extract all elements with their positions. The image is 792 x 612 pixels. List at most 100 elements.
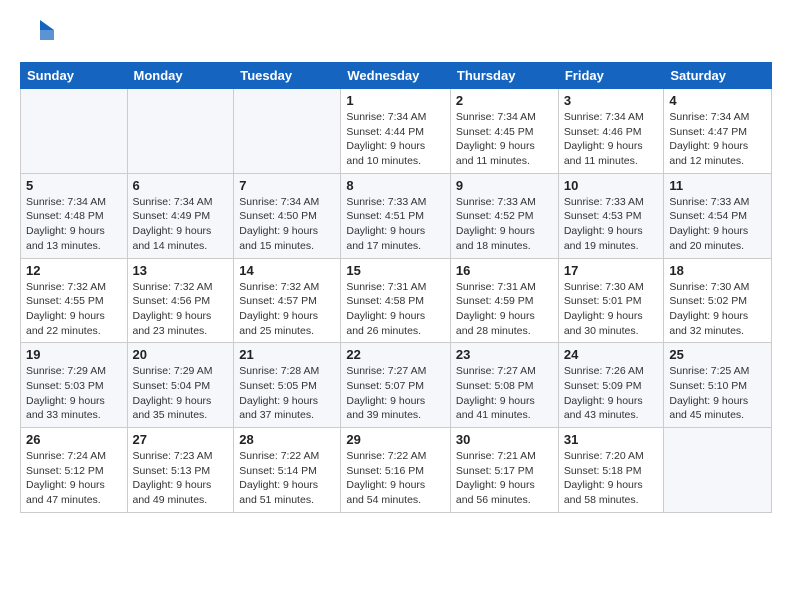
day-cell: 14Sunrise: 7:32 AM Sunset: 4:57 PM Dayli… — [234, 258, 341, 343]
day-number: 12 — [26, 263, 122, 278]
day-cell: 4 Sunrise: 7:34 AM Sunset: 4:47 PM Daylig… — [664, 89, 772, 174]
header — [20, 16, 772, 52]
day-number: 9 — [456, 178, 553, 193]
day-number: 10 — [564, 178, 659, 193]
day-cell: 29Sunrise: 7:22 AM Sunset: 5:16 PM Dayli… — [341, 428, 451, 513]
day-info: Sunrise: 7:20 AM Sunset: 5:18 PM Dayligh… — [564, 449, 659, 508]
day-info: Sunrise: 7:33 AM Sunset: 4:53 PM Dayligh… — [564, 195, 659, 254]
calendar: SundayMondayTuesdayWednesdayThursdayFrid… — [20, 62, 772, 513]
day-info: Sunrise: 7:30 AM Sunset: 5:01 PM Dayligh… — [564, 280, 659, 339]
day-number: 25 — [669, 347, 766, 362]
day-number: 26 — [26, 432, 122, 447]
day-info: Sunrise: 7:34 AM Sunset: 4:47 PM Dayligh… — [669, 110, 766, 169]
day-cell: 7 Sunrise: 7:34 AM Sunset: 4:50 PM Daylig… — [234, 173, 341, 258]
day-cell: 2 Sunrise: 7:34 AM Sunset: 4:45 PM Daylig… — [450, 89, 558, 174]
week-row: 12 Sunrise: 7:32 AM Sunset: 4:55 PM Dayli… — [21, 258, 772, 343]
day-cell: 25 Sunrise: 7:25 AM Sunset: 5:10 PM Dayli… — [664, 343, 772, 428]
day-number: 11 — [669, 178, 766, 193]
day-cell: 16Sunrise: 7:31 AM Sunset: 4:59 PM Dayli… — [450, 258, 558, 343]
day-info: Sunrise: 7:32 AM Sunset: 4:55 PM Dayligh… — [26, 280, 122, 339]
weekday-header: Wednesday — [341, 63, 451, 89]
day-cell: 15 Sunrise: 7:31 AM Sunset: 4:58 PM Dayli… — [341, 258, 451, 343]
day-number: 30 — [456, 432, 553, 447]
day-info: Sunrise: 7:33 AM Sunset: 4:54 PM Dayligh… — [669, 195, 766, 254]
day-cell: 10 Sunrise: 7:33 AM Sunset: 4:53 PM Dayli… — [558, 173, 664, 258]
day-number: 7 — [239, 178, 335, 193]
day-cell: 1 Sunrise: 7:34 AM Sunset: 4:44 PM Daylig… — [341, 89, 451, 174]
day-cell: 31 Sunrise: 7:20 AM Sunset: 5:18 PM Dayli… — [558, 428, 664, 513]
day-number: 19 — [26, 347, 122, 362]
day-number: 1 — [346, 93, 445, 108]
day-cell: 12 Sunrise: 7:32 AM Sunset: 4:55 PM Dayli… — [21, 258, 128, 343]
day-number: 15 — [346, 263, 445, 278]
day-cell: 18Sunrise: 7:30 AM Sunset: 5:02 PM Dayli… — [664, 258, 772, 343]
day-info: Sunrise: 7:29 AM Sunset: 5:03 PM Dayligh… — [26, 364, 122, 423]
day-number: 14 — [239, 263, 335, 278]
logo-icon — [20, 16, 56, 52]
day-number: 4 — [669, 93, 766, 108]
day-info: Sunrise: 7:34 AM Sunset: 4:49 PM Dayligh… — [133, 195, 229, 254]
weekday-header: Sunday — [21, 63, 128, 89]
day-number: 17 — [564, 263, 659, 278]
weekday-header: Friday — [558, 63, 664, 89]
day-info: Sunrise: 7:26 AM Sunset: 5:09 PM Dayligh… — [564, 364, 659, 423]
day-number: 2 — [456, 93, 553, 108]
day-info: Sunrise: 7:31 AM Sunset: 4:58 PM Dayligh… — [346, 280, 445, 339]
day-cell — [21, 89, 128, 174]
day-number: 5 — [26, 178, 122, 193]
day-number: 24 — [564, 347, 659, 362]
day-cell: 19 Sunrise: 7:29 AM Sunset: 5:03 PM Dayli… — [21, 343, 128, 428]
day-cell: 8Sunrise: 7:33 AM Sunset: 4:51 PM Daylig… — [341, 173, 451, 258]
day-info: Sunrise: 7:29 AM Sunset: 5:04 PM Dayligh… — [133, 364, 229, 423]
day-info: Sunrise: 7:24 AM Sunset: 5:12 PM Dayligh… — [26, 449, 122, 508]
day-cell: 24 Sunrise: 7:26 AM Sunset: 5:09 PM Dayli… — [558, 343, 664, 428]
day-number: 27 — [133, 432, 229, 447]
day-info: Sunrise: 7:34 AM Sunset: 4:44 PM Dayligh… — [346, 110, 445, 169]
weekday-header: Thursday — [450, 63, 558, 89]
weekday-row: SundayMondayTuesdayWednesdayThursdayFrid… — [21, 63, 772, 89]
day-cell: 26 Sunrise: 7:24 AM Sunset: 5:12 PM Dayli… — [21, 428, 128, 513]
day-cell: 3 Sunrise: 7:34 AM Sunset: 4:46 PM Daylig… — [558, 89, 664, 174]
day-number: 3 — [564, 93, 659, 108]
logo — [20, 16, 60, 52]
day-number: 28 — [239, 432, 335, 447]
day-cell: 13 Sunrise: 7:32 AM Sunset: 4:56 PM Dayli… — [127, 258, 234, 343]
day-info: Sunrise: 7:32 AM Sunset: 4:56 PM Dayligh… — [133, 280, 229, 339]
day-info: Sunrise: 7:22 AM Sunset: 5:16 PM Dayligh… — [346, 449, 445, 508]
day-cell — [234, 89, 341, 174]
day-number: 31 — [564, 432, 659, 447]
day-cell: 5 Sunrise: 7:34 AM Sunset: 4:48 PM Daylig… — [21, 173, 128, 258]
day-info: Sunrise: 7:28 AM Sunset: 5:05 PM Dayligh… — [239, 364, 335, 423]
day-info: Sunrise: 7:34 AM Sunset: 4:48 PM Dayligh… — [26, 195, 122, 254]
week-row: 19 Sunrise: 7:29 AM Sunset: 5:03 PM Dayli… — [21, 343, 772, 428]
day-cell: 6 Sunrise: 7:34 AM Sunset: 4:49 PM Daylig… — [127, 173, 234, 258]
weekday-header: Saturday — [664, 63, 772, 89]
day-info: Sunrise: 7:34 AM Sunset: 4:50 PM Dayligh… — [239, 195, 335, 254]
week-row: 26 Sunrise: 7:24 AM Sunset: 5:12 PM Dayli… — [21, 428, 772, 513]
day-number: 6 — [133, 178, 229, 193]
weekday-header: Monday — [127, 63, 234, 89]
day-cell: 17 Sunrise: 7:30 AM Sunset: 5:01 PM Dayli… — [558, 258, 664, 343]
day-info: Sunrise: 7:25 AM Sunset: 5:10 PM Dayligh… — [669, 364, 766, 423]
day-number: 16 — [456, 263, 553, 278]
day-info: Sunrise: 7:27 AM Sunset: 5:07 PM Dayligh… — [346, 364, 445, 423]
page: SundayMondayTuesdayWednesdayThursdayFrid… — [0, 0, 792, 612]
day-number: 21 — [239, 347, 335, 362]
day-info: Sunrise: 7:21 AM Sunset: 5:17 PM Dayligh… — [456, 449, 553, 508]
day-cell: 27Sunrise: 7:23 AM Sunset: 5:13 PM Dayli… — [127, 428, 234, 513]
day-cell: 23Sunrise: 7:27 AM Sunset: 5:08 PM Dayli… — [450, 343, 558, 428]
day-number: 20 — [133, 347, 229, 362]
calendar-header: SundayMondayTuesdayWednesdayThursdayFrid… — [21, 63, 772, 89]
day-info: Sunrise: 7:33 AM Sunset: 4:51 PM Dayligh… — [346, 195, 445, 254]
calendar-body: 1 Sunrise: 7:34 AM Sunset: 4:44 PM Daylig… — [21, 89, 772, 513]
day-info: Sunrise: 7:30 AM Sunset: 5:02 PM Dayligh… — [669, 280, 766, 339]
day-info: Sunrise: 7:34 AM Sunset: 4:46 PM Dayligh… — [564, 110, 659, 169]
week-row: 1 Sunrise: 7:34 AM Sunset: 4:44 PM Daylig… — [21, 89, 772, 174]
day-cell — [127, 89, 234, 174]
day-info: Sunrise: 7:22 AM Sunset: 5:14 PM Dayligh… — [239, 449, 335, 508]
day-info: Sunrise: 7:34 AM Sunset: 4:45 PM Dayligh… — [456, 110, 553, 169]
day-cell: 30 Sunrise: 7:21 AM Sunset: 5:17 PM Dayli… — [450, 428, 558, 513]
day-cell: 20 Sunrise: 7:29 AM Sunset: 5:04 PM Dayli… — [127, 343, 234, 428]
day-number: 13 — [133, 263, 229, 278]
week-row: 5 Sunrise: 7:34 AM Sunset: 4:48 PM Daylig… — [21, 173, 772, 258]
